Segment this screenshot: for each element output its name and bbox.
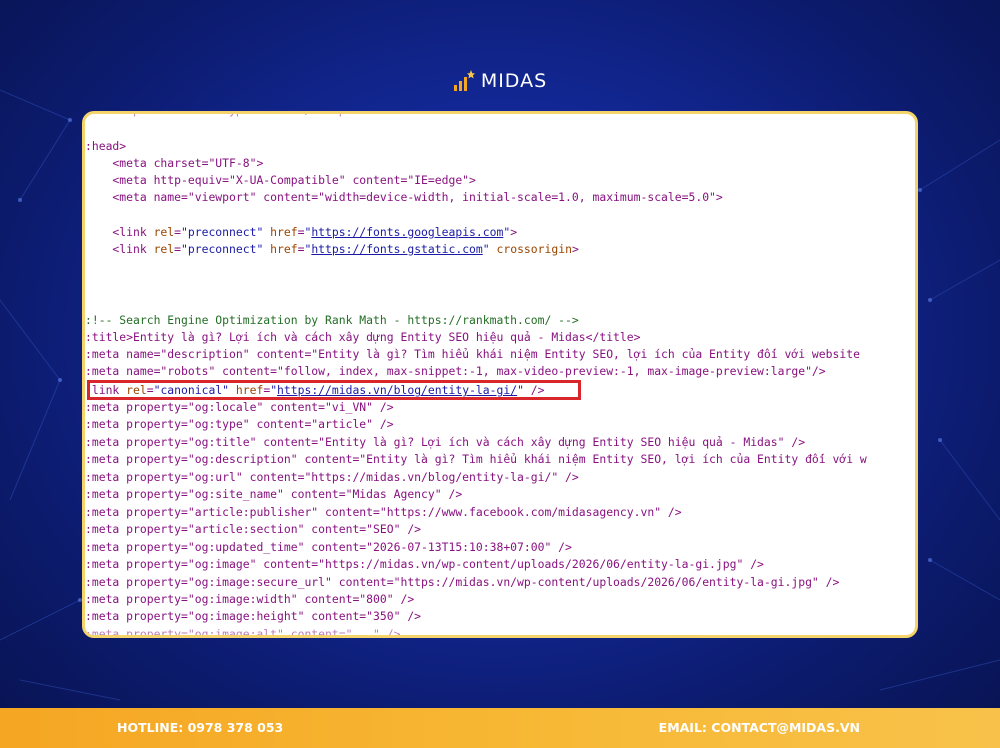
code-line: :meta property="og:description" content=…	[85, 452, 867, 466]
code-line: :meta property="article:publisher" conte…	[85, 505, 682, 519]
code-line: <meta http-equiv="X-UA-Compatible" conte…	[85, 173, 476, 187]
preconnect-link[interactable]: https://fonts.gstatic.com	[311, 242, 482, 256]
code-line: <meta name="viewport" content="width=dev…	[85, 190, 723, 204]
code-line-partial: <script src="..." type="..."></script>	[85, 114, 360, 119]
brand-name: MIDAS	[480, 70, 548, 92]
preconnect-link[interactable]: https://fonts.googleapis.com	[311, 225, 503, 239]
code-line: :title>Entity là gì? Lợi ích và cách xây…	[85, 330, 641, 344]
brand-logo: MIDAS	[0, 66, 1000, 96]
code-line: :meta property="og:url" content="https:/…	[85, 470, 579, 484]
code-line: :meta property="og:site_name" content="M…	[85, 487, 463, 501]
code-line: :meta property="og:image:height" content…	[85, 609, 422, 623]
html-source-view: <script src="..." type="..."></script> :…	[85, 114, 915, 635]
source-code-panel: <script src="..." type="..."></script> :…	[82, 111, 918, 638]
code-line: :meta property="og:image:width" content=…	[85, 592, 415, 606]
code-line: :head>	[85, 139, 127, 153]
code-comment: :!-- Search Engine Optimization by Rank …	[85, 313, 579, 327]
code-line: :meta property="og:updated_time" content…	[85, 540, 572, 554]
email-text[interactable]: EMAIL: CONTACT@MIDAS.VN	[659, 720, 860, 735]
code-line: :meta property="og:image:secure_url" con…	[85, 575, 840, 589]
hotline-text[interactable]: HOTLINE: 0978 378 053	[117, 720, 283, 735]
bar-chart-star-icon	[453, 70, 475, 91]
code-line: <link rel="preconnect" href="https://fon…	[85, 225, 518, 239]
contact-footer: HOTLINE: 0978 378 053 EMAIL: CONTACT@MID…	[0, 708, 1000, 748]
code-line-partial: :meta property="og:image:alt" content=".…	[85, 627, 401, 635]
code-line: :meta property="og:title" content="Entit…	[85, 435, 806, 449]
code-line: :meta property="og:image" content="https…	[85, 557, 764, 571]
canonical-highlight-box	[87, 380, 581, 400]
code-line: :meta property="article:section" content…	[85, 522, 422, 536]
code-line: <meta charset="UTF-8">	[85, 156, 264, 170]
code-line: :meta name="description" content="Entity…	[85, 347, 860, 361]
code-line: <link rel="preconnect" href="https://fon…	[85, 242, 579, 256]
code-line: :meta name="robots" content="follow, ind…	[85, 364, 826, 378]
code-line: :meta property="og:locale" content="vi_V…	[85, 400, 394, 414]
code-line: :meta property="og:type" content="articl…	[85, 417, 394, 431]
